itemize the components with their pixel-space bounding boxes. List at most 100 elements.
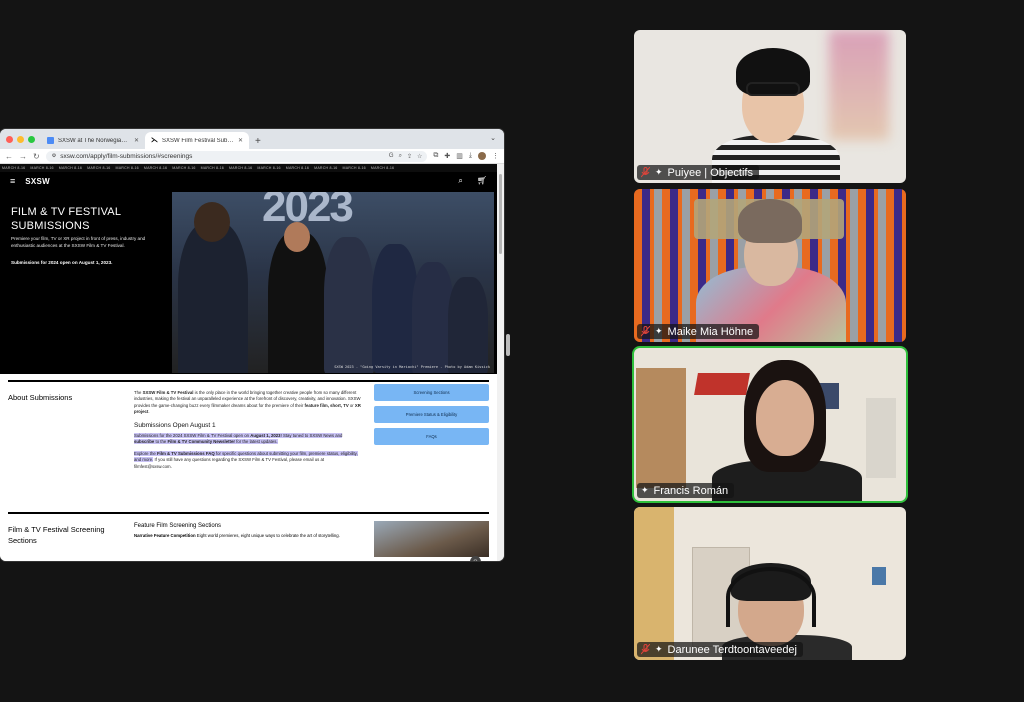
profile-avatar[interactable] [478,152,486,160]
newsletter-link[interactable]: Film & TV Community Newsletter [167,439,236,445]
pin-icon[interactable]: ✦ [655,644,663,655]
share-icon[interactable]: ⇪ [407,153,412,160]
muted-mic-icon [640,643,651,655]
about-submissions-section: About Submissions The SXSW Film & TV Fes… [8,380,489,512]
screening-sections-section: Film & TV Festival Screening Sections Fe… [8,512,489,561]
participant-tile[interactable]: ✦ Darunee Terdtoontaveedej [634,507,906,660]
photo-person [194,202,230,242]
participant-tile[interactable]: ✦ Puiyee | Objectifs [634,30,906,183]
glasses-shape [746,82,800,96]
cart-icon[interactable]: 🛒︎ [477,176,487,186]
chevron-down-icon[interactable]: ⌄ [490,134,496,142]
participant-name: Maike Mia Höhne [667,325,754,338]
section-link-buttons: Screening Sections Premiere Status & Eli… [374,384,489,445]
sxsw-webpage: MARCH 8-16 MARCH 8-16 MARCH 8-16 MARCH 8-16… [0,164,497,561]
site-info-icon[interactable]: ⚙ [52,153,56,159]
tab-norwegian-short[interactable]: SXSW at The Norwegian Short ✕ [41,132,145,149]
about-body: The SXSW Film & TV Festival is the only … [134,390,362,470]
participant-name: Darunee Terdtoontaveedej [667,643,797,656]
zoom-icon[interactable]: ⌕ [399,153,402,160]
ticker-item: MARCH 8-16 [87,166,111,170]
doc-icon [47,137,54,144]
hero-section: FILM & TV FESTIVAL SUBMISSIONS Premiere … [0,190,497,374]
faq-paragraph: Explore the Film & TV Submissions FAQ fo… [134,450,358,469]
ticker-item: MARCH 8-16 [58,166,83,170]
forward-icon[interactable]: → [19,152,27,161]
feature-film-heading: Feature Film Screening Sections [134,523,222,529]
scrollbar-thumb[interactable] [499,174,502,254]
participant-video [694,373,750,395]
submissions-open-heading: Submissions Open August 1 [134,421,216,429]
hero-photo: 2023 SXSW 2023 - "Going Varsity in Maria… [172,192,494,373]
address-bar[interactable]: ⚙ sxsw.com/apply/film-submissions/#scree… [45,150,428,162]
url-text: sxsw.com/apply/film-submissions/#screeni… [60,152,193,160]
hamburger-menu-icon[interactable]: ≡ [10,176,15,186]
subscribe-link[interactable]: subscribe [134,439,155,445]
reload-icon[interactable]: ↻ [33,152,40,161]
new-tab-button[interactable]: + [249,136,267,149]
pin-icon[interactable]: ✦ [641,485,649,496]
pin-icon[interactable]: ✦ [655,326,663,337]
extensions-icon[interactable]: ⧉ [433,152,438,160]
zoom-window-button[interactable] [28,135,35,143]
headphones-shape [726,567,816,627]
sidebar-icon[interactable]: ▥ [456,152,463,160]
ticker-item: MARCH 8-16 [115,166,139,170]
close-window-button[interactable] [6,135,13,143]
ticker-item: MARCH 8-16 [30,166,54,170]
bookmark-star-icon[interactable]: ☆ [417,153,422,160]
participant-nameplate: ✦ Puiyee | Objectifs [637,165,759,180]
participant-video [829,30,889,140]
split-resize-handle[interactable] [506,334,510,356]
premiere-status-button[interactable]: Premiere Status & Eligibility [374,406,489,423]
photo-backdrop-text: 2023 [262,192,354,231]
participant-video [636,368,686,488]
participant-nameplate: ✦ Maike Mia Höhne [637,324,760,339]
ticker-item: MARCH 8-16 [257,166,281,170]
date-ticker: MARCH 8-16 MARCH 8-16 MARCH 8-16 MARCH 8-16… [0,164,497,172]
screening-column: Feature Film Screening Sections Narrativ… [134,523,364,540]
download-icon[interactable]: ⤓ [469,152,472,160]
tab-sxsw-film-submissions[interactable]: ⋋ SXSW Film Festival Submission ✕ [145,132,249,149]
accessibility-icon[interactable]: ☺ [470,556,481,561]
screening-heading: Film & TV Festival Screening Sections [8,525,105,545]
hero-intro: Premiere your film, TV or XR project in … [11,236,146,248]
ticker-item: MARCH 8-16 [143,166,168,170]
photo-person [284,222,310,252]
about-paragraph: The SXSW Film & TV Festival is the only … [134,390,361,415]
participant-tile[interactable]: ✦ Maike Mia Höhne [634,189,906,342]
search-icon[interactable]: ⌕ [458,176,462,186]
ticker-item: MARCH 8-16 [229,166,253,170]
shared-screen-browser: SXSW at The Norwegian Short ✕ ⋋ SXSW Fil… [0,129,504,561]
sxsw-icon: ⋋ [151,137,158,144]
photo-person [448,277,488,373]
ticker-item: MARCH 8-16 [2,166,26,170]
participant-video [634,507,674,660]
screening-sections-button[interactable]: Screening Sections [374,384,489,401]
photo-caption: SXSW 2023 - "Going Varsity in Mariachi" … [334,365,490,369]
photo-person [178,222,248,373]
puzzle-icon[interactable]: ✚ [444,152,450,160]
ticker-item: MARCH 8-16 [285,166,310,170]
pin-icon[interactable]: ✦ [655,167,663,178]
window-controls [4,129,41,149]
menu-kebab-icon[interactable]: ⋮ [492,152,499,160]
participant-video [866,398,896,478]
submissions-open-paragraph: Submissions for the 2024 SXSW Film & TV … [134,433,343,445]
ticker-item: MARCH 8-16 [370,166,395,170]
participant-name: Puiyee | Objectifs [667,166,753,179]
ticker-item: MARCH 8-16 [314,166,338,170]
faq-link[interactable]: Film & TV Submissions FAQ [156,450,215,456]
close-tab-icon[interactable]: ✕ [134,137,139,144]
participant-nameplate: ✦ Francis Román [637,483,735,498]
participant-tile-active-speaker[interactable]: ✦ Francis Román [634,348,906,501]
close-tab-icon[interactable]: ✕ [238,137,243,144]
site-header: ≡ SXSW ⌕ 🛒︎ [0,172,497,190]
minimize-window-button[interactable] [17,135,24,143]
sxsw-logo[interactable]: SXSW [25,177,50,186]
back-icon[interactable]: ← [5,152,13,161]
faqs-button[interactable]: FAQs [374,428,489,445]
google-icon[interactable]: G [389,153,394,160]
about-heading: About Submissions [8,393,73,402]
page-scrollbar[interactable] [497,164,504,561]
